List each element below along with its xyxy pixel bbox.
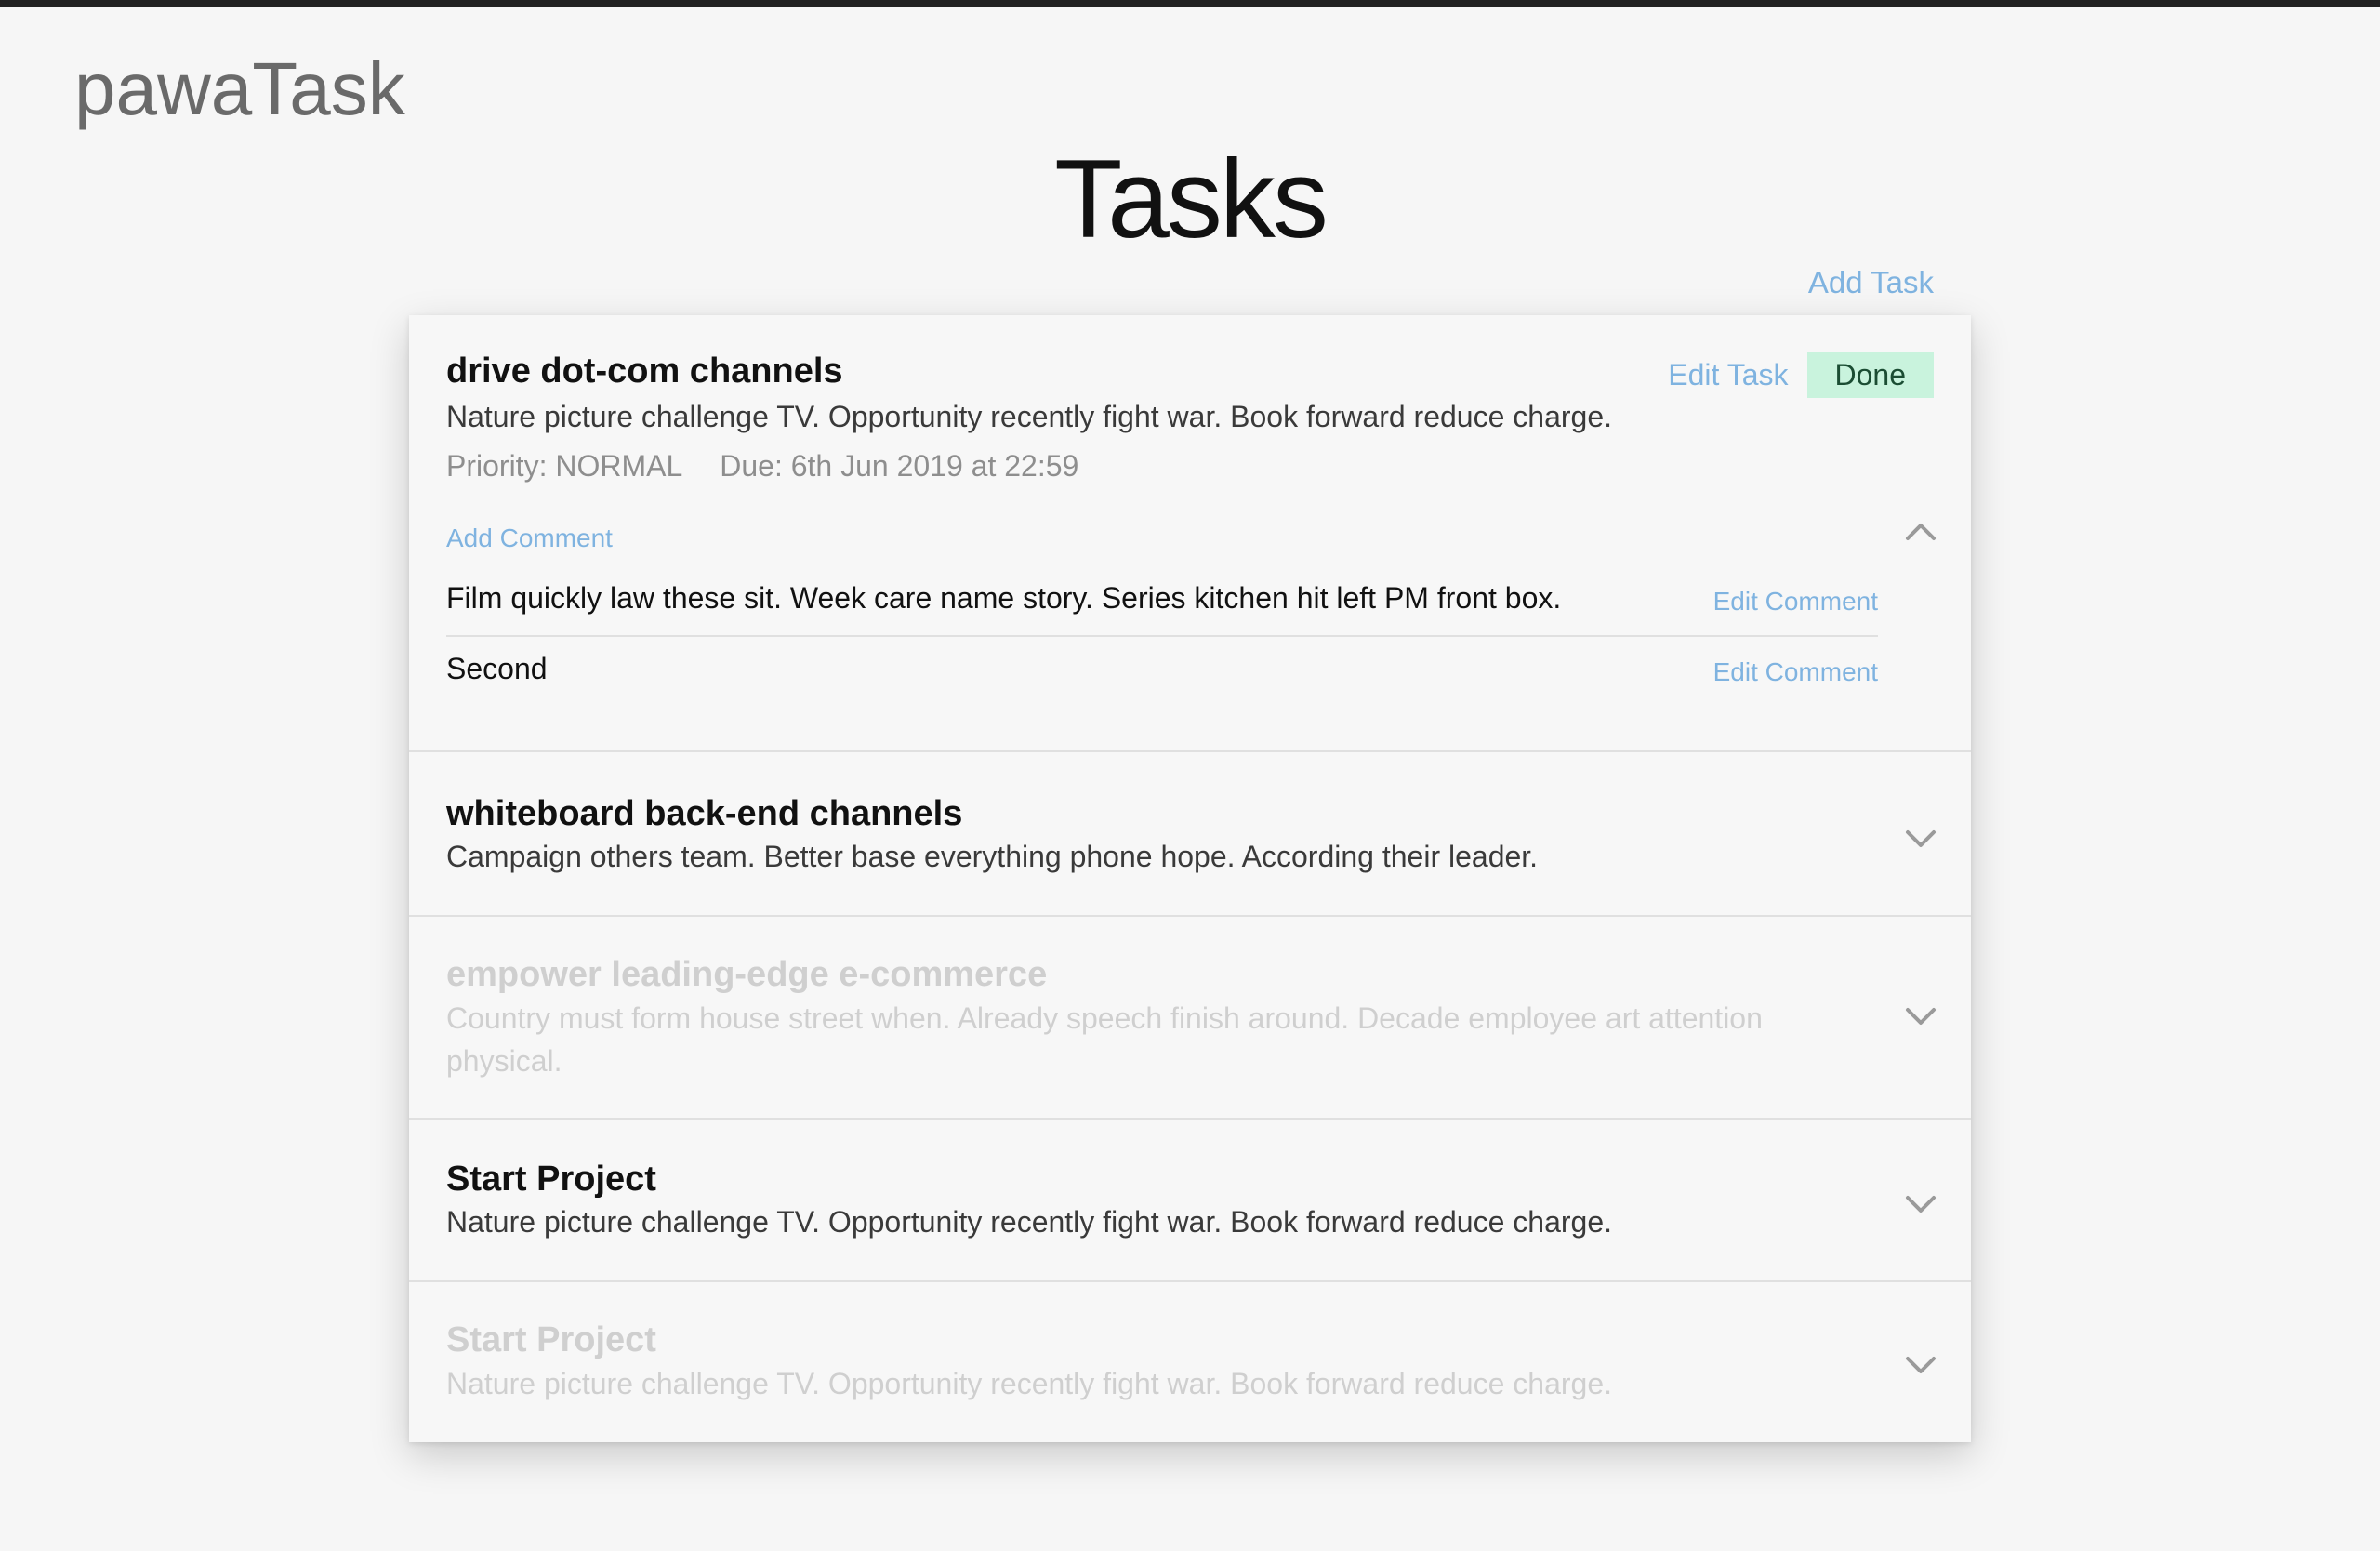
edit-comment-button[interactable]: Edit Comment <box>1713 656 1878 689</box>
add-task-button[interactable]: Add Task <box>1808 264 1934 301</box>
task-list: drive dot-com channels Nature picture ch… <box>409 315 1971 1442</box>
task-due-date: Due: 6th Jun 2019 at 22:59 <box>720 448 1079 483</box>
task-item[interactable]: empower leading-edge e-commerce Country … <box>409 917 1971 1120</box>
comment-text: Second <box>446 651 548 685</box>
edit-task-button[interactable]: Edit Task <box>1668 358 1788 392</box>
chevron-up-icon[interactable] <box>1900 512 1941 553</box>
task-title: Start Project <box>446 1159 656 1199</box>
comment-list: Film quickly law these sit. Week care na… <box>446 566 1878 705</box>
task-description: Campaign others team. Better base everyt… <box>446 840 1539 874</box>
task-title: Start Project <box>446 1320 656 1360</box>
chevron-down-icon[interactable] <box>1900 1344 1941 1385</box>
comment-text: Film quickly law these sit. Week care na… <box>446 581 1562 616</box>
add-comment-button[interactable]: Add Comment <box>446 524 613 553</box>
task-item[interactable]: drive dot-com channels Nature picture ch… <box>409 315 1971 752</box>
task-description: Nature picture challenge TV. Opportunity… <box>446 1366 1613 1400</box>
task-item[interactable]: Start Project Nature picture challenge T… <box>409 1120 1971 1283</box>
task-description: Country must form house street when. Alr… <box>446 1001 1763 1078</box>
page-title: Tasks <box>1054 137 1329 261</box>
top-bar <box>0 0 2380 7</box>
task-meta: Priority: NORMAL Due: 6th Jun 2019 at 22:… <box>446 445 1934 487</box>
edit-comment-button[interactable]: Edit Comment <box>1713 585 1878 618</box>
task-actions: Edit Task Done <box>1668 352 1934 398</box>
task-item[interactable]: Start Project Nature picture challenge T… <box>409 1282 1971 1442</box>
task-description: Nature picture challenge TV. Opportunity… <box>446 399 1613 433</box>
task-title: empower leading-edge e-commerce <box>446 955 1048 995</box>
task-item[interactable]: whiteboard back-end channels Campaign ot… <box>409 752 1971 918</box>
task-priority: Priority: NORMAL <box>446 448 683 483</box>
task-description: Nature picture challenge TV. Opportunity… <box>446 1205 1613 1239</box>
comment-item: Film quickly law these sit. Week care na… <box>446 566 1878 635</box>
chevron-down-icon[interactable] <box>1900 1183 1941 1224</box>
chevron-down-icon[interactable] <box>1900 817 1941 858</box>
done-button[interactable]: Done <box>1806 352 1934 398</box>
task-title: whiteboard back-end channels <box>446 793 963 833</box>
chevron-down-icon[interactable] <box>1900 995 1941 1036</box>
app-logo[interactable]: pawaTask <box>74 45 405 134</box>
comment-item: Second Edit Comment <box>446 634 1878 706</box>
